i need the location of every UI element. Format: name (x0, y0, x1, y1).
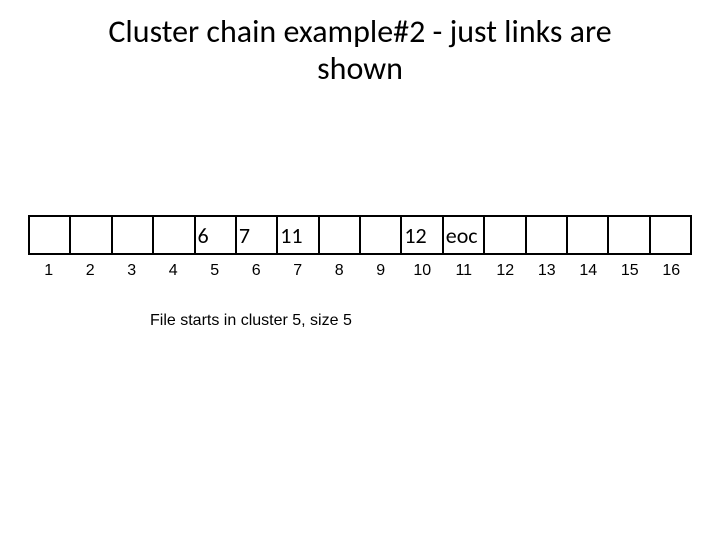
cluster-cell (608, 216, 649, 254)
cluster-index: 2 (70, 262, 112, 280)
cluster-index: 7 (277, 262, 319, 280)
cluster-index: 10 (402, 262, 444, 280)
caption: File starts in cluster 5, size 5 (150, 312, 352, 330)
slide: Cluster chain example#2 - just links are… (0, 0, 720, 540)
cluster-cell (484, 216, 525, 254)
cluster-index: 13 (526, 262, 568, 280)
cluster-index: 5 (194, 262, 236, 280)
cluster-cell (319, 216, 360, 254)
cluster-cell (360, 216, 401, 254)
cluster-cell: 7 (236, 216, 277, 254)
cluster-cell (650, 216, 691, 254)
cluster-cell (112, 216, 153, 254)
cluster-cell (153, 216, 194, 254)
cluster-cell (70, 216, 111, 254)
cluster-index: 14 (568, 262, 610, 280)
cluster-index: 9 (360, 262, 402, 280)
cluster-index: 16 (651, 262, 693, 280)
cluster-index: 15 (609, 262, 651, 280)
cluster-index-row: 1 2 3 4 5 6 7 8 9 10 11 12 13 14 15 16 (28, 262, 692, 280)
cluster-chain-table-wrap: 6 7 11 12 eoc (28, 215, 692, 255)
cluster-cell (29, 216, 70, 254)
cluster-cell: 12 (401, 216, 442, 254)
title-line-2: shown (317, 49, 403, 88)
cluster-cell: 6 (195, 216, 236, 254)
title-line-1: Cluster chain example#2 - just links are (108, 12, 611, 51)
cluster-cell (567, 216, 608, 254)
cluster-index: 8 (319, 262, 361, 280)
page-title: Cluster chain example#2 - just links are… (0, 14, 720, 88)
table-row: 6 7 11 12 eoc (29, 216, 691, 254)
cluster-cell: eoc (443, 216, 484, 254)
cluster-index: 12 (485, 262, 527, 280)
cluster-index: 11 (443, 262, 485, 280)
cluster-cell (526, 216, 567, 254)
cluster-cell: 11 (277, 216, 318, 254)
cluster-index: 1 (28, 262, 70, 280)
cluster-chain-table: 6 7 11 12 eoc (28, 215, 692, 255)
cluster-index: 6 (236, 262, 278, 280)
cluster-index: 3 (111, 262, 153, 280)
cluster-index: 4 (153, 262, 195, 280)
